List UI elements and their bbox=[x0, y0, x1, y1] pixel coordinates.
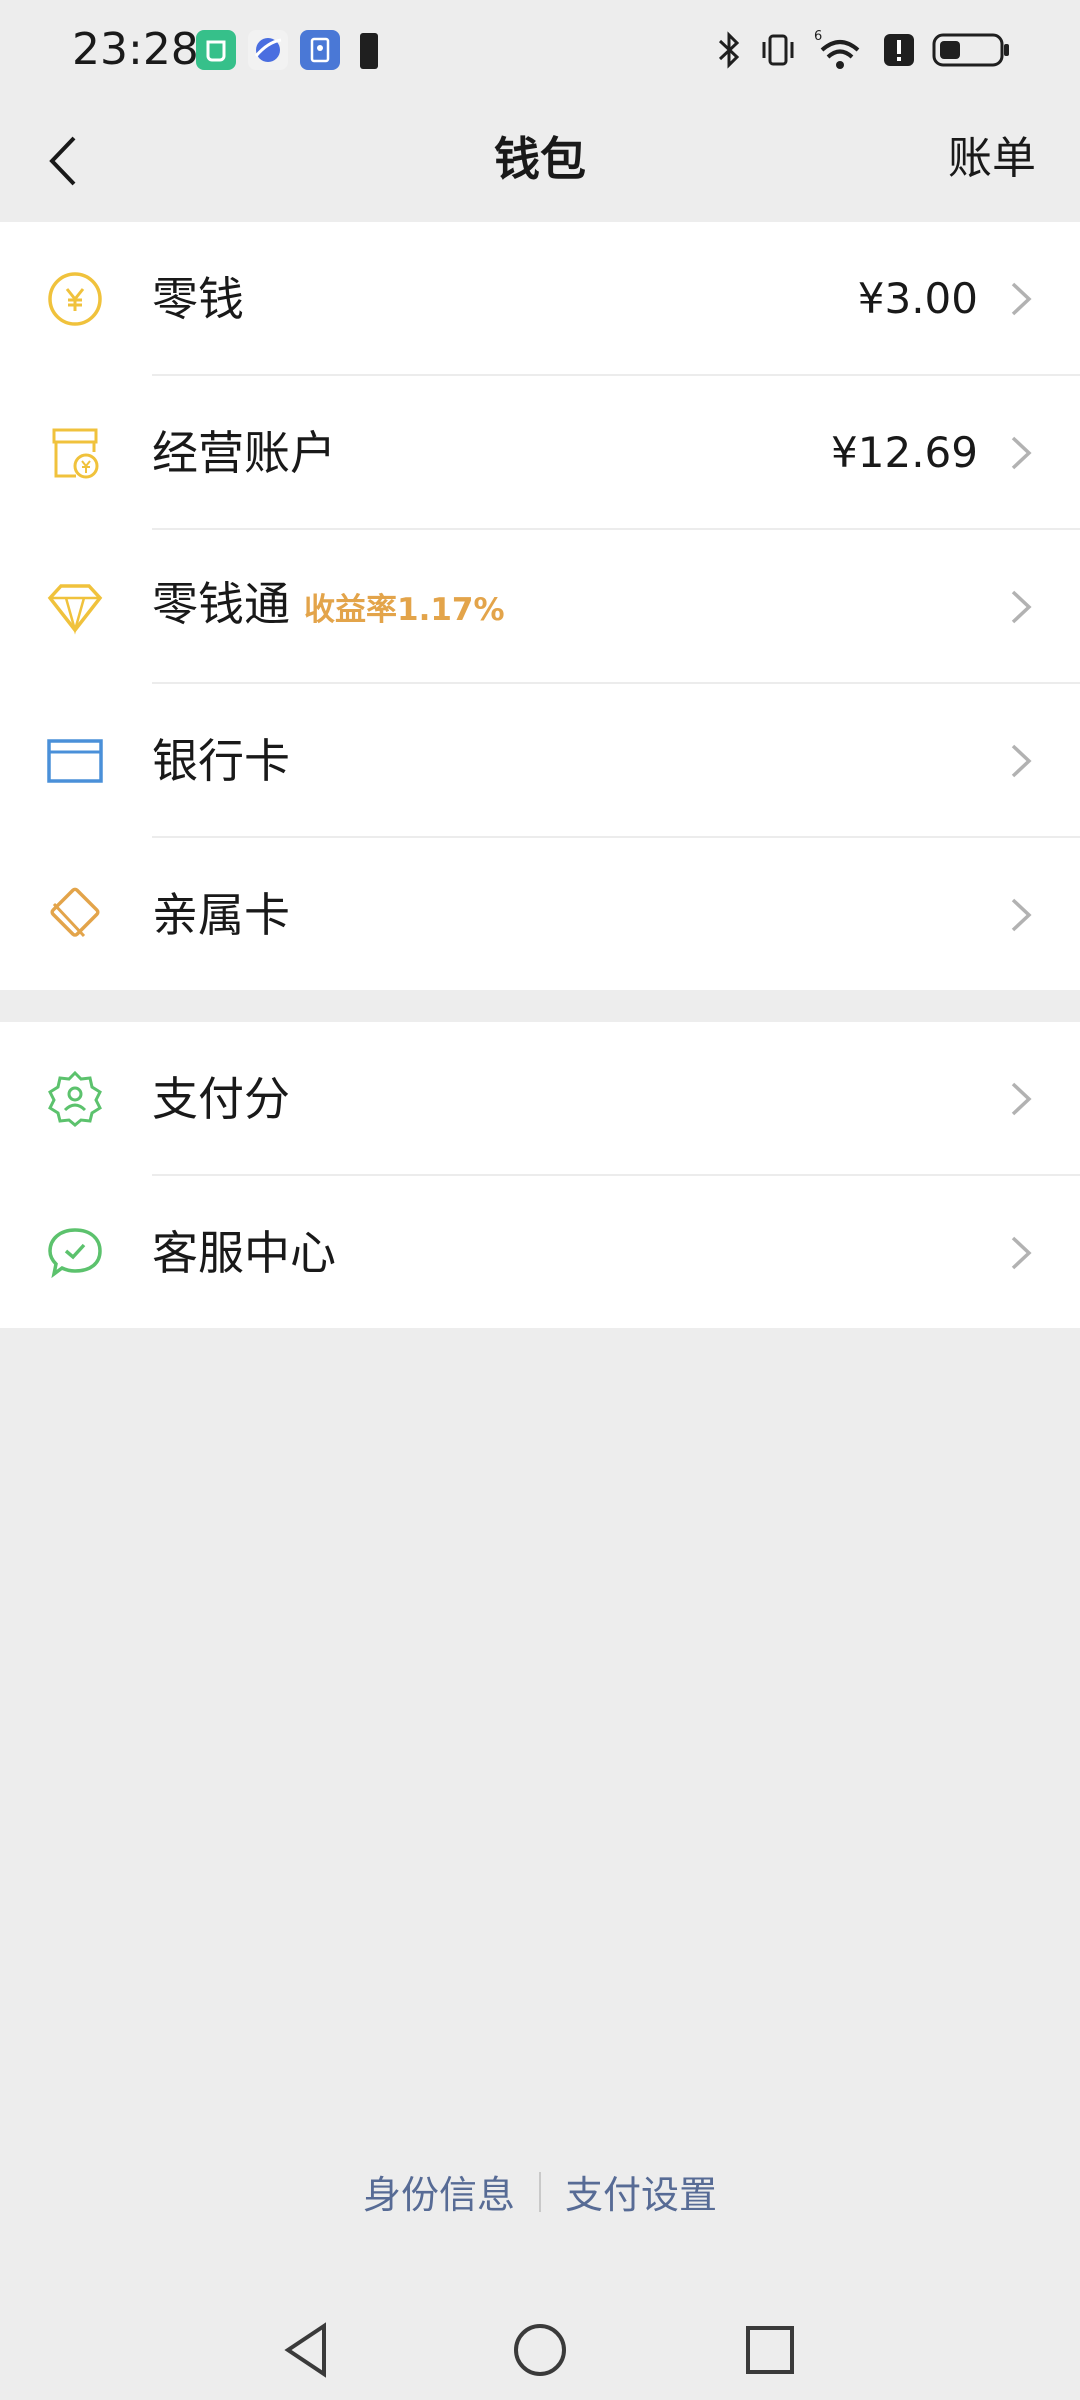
footer-links: 身份信息 支付设置 bbox=[0, 2164, 1080, 2219]
svg-text:6: 6 bbox=[814, 29, 822, 44]
system-recents-icon[interactable] bbox=[738, 2318, 802, 2382]
bank-card-icon bbox=[46, 732, 104, 790]
chevron-right-icon bbox=[1011, 898, 1032, 932]
vibrate-icon bbox=[762, 34, 794, 66]
alert-icon bbox=[884, 34, 914, 66]
list-item-customer-service[interactable]: 客服中心 bbox=[0, 1176, 1080, 1330]
pay-settings-link[interactable]: 支付设置 bbox=[565, 2164, 717, 2219]
yuan-coin-icon bbox=[46, 270, 104, 328]
list-item-business-account[interactable]: 经营账户 ¥12.69 bbox=[0, 376, 1080, 530]
battery-icon bbox=[932, 33, 1009, 67]
status-time: 23:28 bbox=[72, 24, 199, 75]
footer-separator bbox=[539, 2171, 541, 2212]
navigation-bar: 钱包 账单 bbox=[0, 100, 1080, 222]
item-label: 零钱 bbox=[152, 272, 244, 326]
yield-rate-badge: 收益率1.17% bbox=[304, 592, 505, 628]
browser-icon bbox=[248, 30, 288, 70]
item-value: ¥12.69 bbox=[831, 428, 978, 477]
status-right-icons: 6 bbox=[716, 28, 1010, 72]
item-label: 零钱通 收益率1.17% bbox=[152, 574, 505, 640]
list-item-change[interactable]: 零钱 ¥3.00 bbox=[0, 222, 1080, 376]
chevron-right-icon bbox=[1011, 744, 1032, 778]
mi-home-icon bbox=[196, 30, 236, 70]
chevron-right-icon bbox=[1011, 282, 1032, 316]
system-home-icon[interactable] bbox=[508, 2318, 572, 2382]
item-label: 经营账户 bbox=[152, 426, 336, 480]
list-item-pay-score[interactable]: 支付分 bbox=[0, 1022, 1080, 1176]
customer-service-icon bbox=[46, 1224, 104, 1282]
chevron-right-icon bbox=[1011, 1236, 1032, 1270]
list-item-lqt[interactable]: 零钱通 收益率1.17% bbox=[0, 530, 1080, 684]
item-title: 零钱通 bbox=[152, 577, 290, 631]
status-bar: 23:28 6 bbox=[0, 0, 1080, 100]
family-card-icon bbox=[46, 886, 104, 944]
bluetooth-icon bbox=[718, 31, 740, 69]
book-icon bbox=[300, 30, 340, 70]
system-back-icon[interactable] bbox=[276, 2318, 340, 2382]
page-title: 钱包 bbox=[494, 132, 586, 186]
wifi-icon: 6 bbox=[814, 29, 860, 69]
item-label: 支付分 bbox=[152, 1072, 290, 1126]
item-label: 客服中心 bbox=[152, 1226, 336, 1280]
list-item-bank-card[interactable]: 银行卡 bbox=[0, 684, 1080, 838]
diamond-icon bbox=[46, 578, 104, 636]
identity-info-link[interactable]: 身份信息 bbox=[363, 2164, 515, 2219]
chevron-right-icon bbox=[1011, 436, 1032, 470]
pay-score-icon bbox=[46, 1070, 104, 1128]
list-item-family-card[interactable]: 亲属卡 bbox=[0, 838, 1080, 992]
battery-alert-icon bbox=[360, 33, 378, 69]
system-navigation-bar bbox=[0, 2300, 1080, 2400]
service-list: 支付分 客服中心 bbox=[0, 1022, 1080, 1328]
wallet-list: 零钱 ¥3.00 经营账户 ¥12.69 零钱通 收益率1.17% 银行卡 亲属卡 bbox=[0, 222, 1080, 990]
item-label: 银行卡 bbox=[152, 734, 290, 788]
item-label: 亲属卡 bbox=[152, 888, 290, 942]
item-value: ¥3.00 bbox=[857, 274, 978, 323]
chevron-right-icon bbox=[1011, 1082, 1032, 1116]
bill-button[interactable]: 账单 bbox=[948, 128, 1036, 190]
store-icon bbox=[46, 424, 104, 482]
chevron-right-icon bbox=[1011, 590, 1032, 624]
